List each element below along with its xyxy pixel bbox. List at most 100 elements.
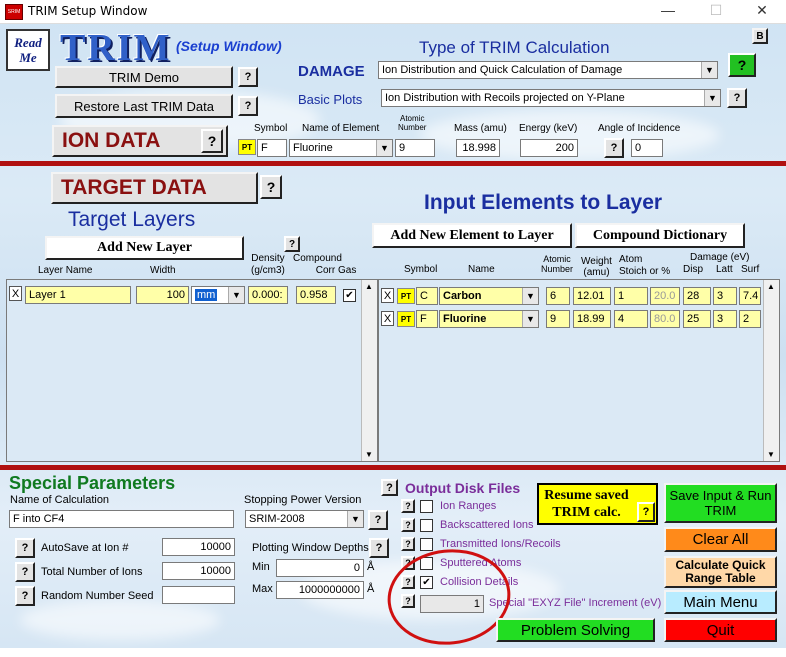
el-weight-header: Weight (amu) [581, 256, 612, 278]
element-latt-field[interactable]: 3 [713, 287, 737, 305]
close-button[interactable]: ✕ [742, 2, 782, 22]
element-percent-field[interactable]: 20.0 [650, 287, 680, 305]
main-menu-button[interactable]: Main Menu [664, 590, 777, 614]
autosave-help[interactable]: ? [15, 538, 35, 558]
ion-symbol-field[interactable]: F [257, 139, 287, 157]
ion-ranges-help[interactable]: ? [401, 499, 415, 513]
minimize-button[interactable]: — [648, 2, 688, 22]
seed-field[interactable] [162, 586, 235, 604]
stopping-power-select[interactable]: SRIM-2008 ▼ [245, 510, 364, 528]
maximize-button[interactable]: ☐ [696, 2, 736, 22]
element-atomic-field[interactable]: 6 [546, 287, 570, 305]
layer-unit-select[interactable]: mm ▼ [191, 286, 245, 304]
min-unit: Å [367, 561, 375, 573]
ion-name-header: Name of Element [302, 123, 380, 134]
target-data-help[interactable]: ? [260, 175, 282, 199]
element-disp-field[interactable]: 25 [683, 310, 711, 328]
element-surf-field[interactable]: 7.4 [739, 287, 761, 305]
element-stoich-field[interactable]: 4 [614, 310, 648, 328]
layer-corr-field[interactable]: 0.958 [296, 286, 336, 304]
element-symbol-field[interactable]: C [416, 287, 438, 305]
output-help[interactable]: ? [381, 479, 398, 496]
ion-energy-header: Energy (keV) [519, 123, 578, 134]
el-atomic-h1: Atomic [543, 254, 571, 264]
ion-data-label: ION DATA [62, 129, 161, 152]
max-label: Max [252, 583, 273, 595]
ion-name-select[interactable]: Fluorine ▼ [289, 139, 393, 157]
ion-energy-field[interactable]: 200 [520, 139, 578, 157]
total-ions-help[interactable]: ? [15, 562, 35, 582]
basic-plots-help[interactable]: ? [727, 88, 747, 108]
b-button[interactable]: B [752, 28, 768, 44]
layers-scrollbar[interactable]: ▲ ▼ [361, 280, 377, 461]
restore-last-button[interactable]: Restore Last TRIM Data [55, 94, 233, 118]
ion-angle-field[interactable]: 0 [631, 139, 663, 157]
layer-name-field[interactable]: Layer 1 [25, 286, 131, 304]
element-weight-field[interactable]: 12.01 [573, 287, 611, 305]
read-me-button[interactable]: Read Me [6, 29, 50, 71]
seed-label: Random Number Seed [41, 590, 154, 602]
damage-help[interactable]: ? [728, 53, 756, 77]
layer-unit-value: mm [195, 289, 218, 301]
delete-layer-button[interactable]: X [9, 286, 22, 301]
element-disp-field[interactable]: 28 [683, 287, 711, 305]
resume-help[interactable]: ? [637, 502, 655, 522]
el-atomic-h2: Number [541, 264, 574, 274]
element-latt-field[interactable]: 3 [713, 310, 737, 328]
seed-help[interactable]: ? [15, 586, 35, 606]
ion-mass-field[interactable]: 18.998 [456, 139, 500, 157]
element-weight-field[interactable]: 18.99 [573, 310, 611, 328]
ion-mass-header: Mass (amu) [454, 123, 507, 134]
ion-periodic-table-button[interactable]: PT [238, 139, 256, 155]
target-data-label: TARGET DATA [61, 176, 207, 199]
chevron-down-icon: ▼ [376, 140, 392, 156]
element-surf-field[interactable]: 2 [739, 310, 761, 328]
stopping-power-value: SRIM-2008 [249, 513, 305, 525]
element-name-select[interactable]: Fluorine ▼ [439, 310, 539, 328]
add-new-layer-button[interactable]: Add New Layer [45, 236, 244, 260]
layer-help[interactable]: ? [284, 236, 300, 252]
delete-element-button[interactable]: X [381, 288, 394, 303]
damage-select[interactable]: Ion Distribution and Quick Calculation o… [378, 61, 718, 79]
layer-width-field[interactable]: 100 [136, 286, 189, 304]
autosave-field[interactable]: 10000 [162, 538, 235, 556]
quit-button[interactable]: Quit [664, 618, 777, 642]
compound-dictionary-button[interactable]: Compound Dictionary [575, 223, 745, 248]
backscattered-checkbox[interactable] [420, 519, 433, 532]
add-element-button[interactable]: Add New Element to Layer [372, 223, 572, 248]
density-h1: Density [251, 253, 285, 264]
trim-demo-help[interactable]: ? [238, 67, 258, 87]
max-depth-field[interactable]: 1000000000 [276, 581, 364, 599]
ion-data-help[interactable]: ? [201, 129, 223, 153]
element-atomic-field[interactable]: 9 [546, 310, 570, 328]
element-stoich-field[interactable]: 1 [614, 287, 648, 305]
element-name-select[interactable]: Carbon ▼ [439, 287, 539, 305]
min-depth-field[interactable]: 0 [276, 559, 364, 577]
ion-ranges-checkbox[interactable] [420, 500, 433, 513]
layer-density-field[interactable]: 0.000: [248, 286, 288, 304]
total-ions-field[interactable]: 10000 [162, 562, 235, 580]
el-weight-h1: Weight [581, 256, 612, 267]
target-layers-heading: Target Layers [68, 208, 196, 231]
stopping-help[interactable]: ? [368, 510, 388, 530]
element-percent-field[interactable]: 80.0 [650, 310, 680, 328]
trim-demo-button[interactable]: TRIM Demo [55, 66, 233, 88]
element-symbol-field[interactable]: F [416, 310, 438, 328]
basic-plots-select[interactable]: Ion Distribution with Recoils projected … [381, 89, 721, 107]
problem-solving-button[interactable]: Problem Solving [496, 618, 655, 642]
element-periodic-table-button[interactable]: PT [397, 288, 415, 304]
element-periodic-table-button[interactable]: PT [397, 311, 415, 327]
name-calc-field[interactable]: F into CF4 [9, 510, 234, 528]
layer-gas-checkbox[interactable]: ✔ [343, 289, 356, 302]
clear-all-button[interactable]: Clear All [664, 527, 777, 552]
el-disp-header: Disp [683, 264, 704, 275]
restore-help[interactable]: ? [238, 96, 258, 116]
chevron-down-icon: ▼ [228, 287, 244, 303]
save-run-trim-button[interactable]: Save Input & Run TRIM [664, 483, 777, 523]
delete-element-button[interactable]: X [381, 311, 394, 326]
ion-atomic-number-field[interactable]: 9 [395, 139, 435, 157]
elements-scrollbar[interactable]: ▲ ▼ [763, 280, 779, 461]
angle-help[interactable]: ? [604, 138, 624, 158]
quick-range-table-button[interactable]: Calculate Quick Range Table [664, 556, 777, 588]
backscattered-help[interactable]: ? [401, 518, 415, 532]
